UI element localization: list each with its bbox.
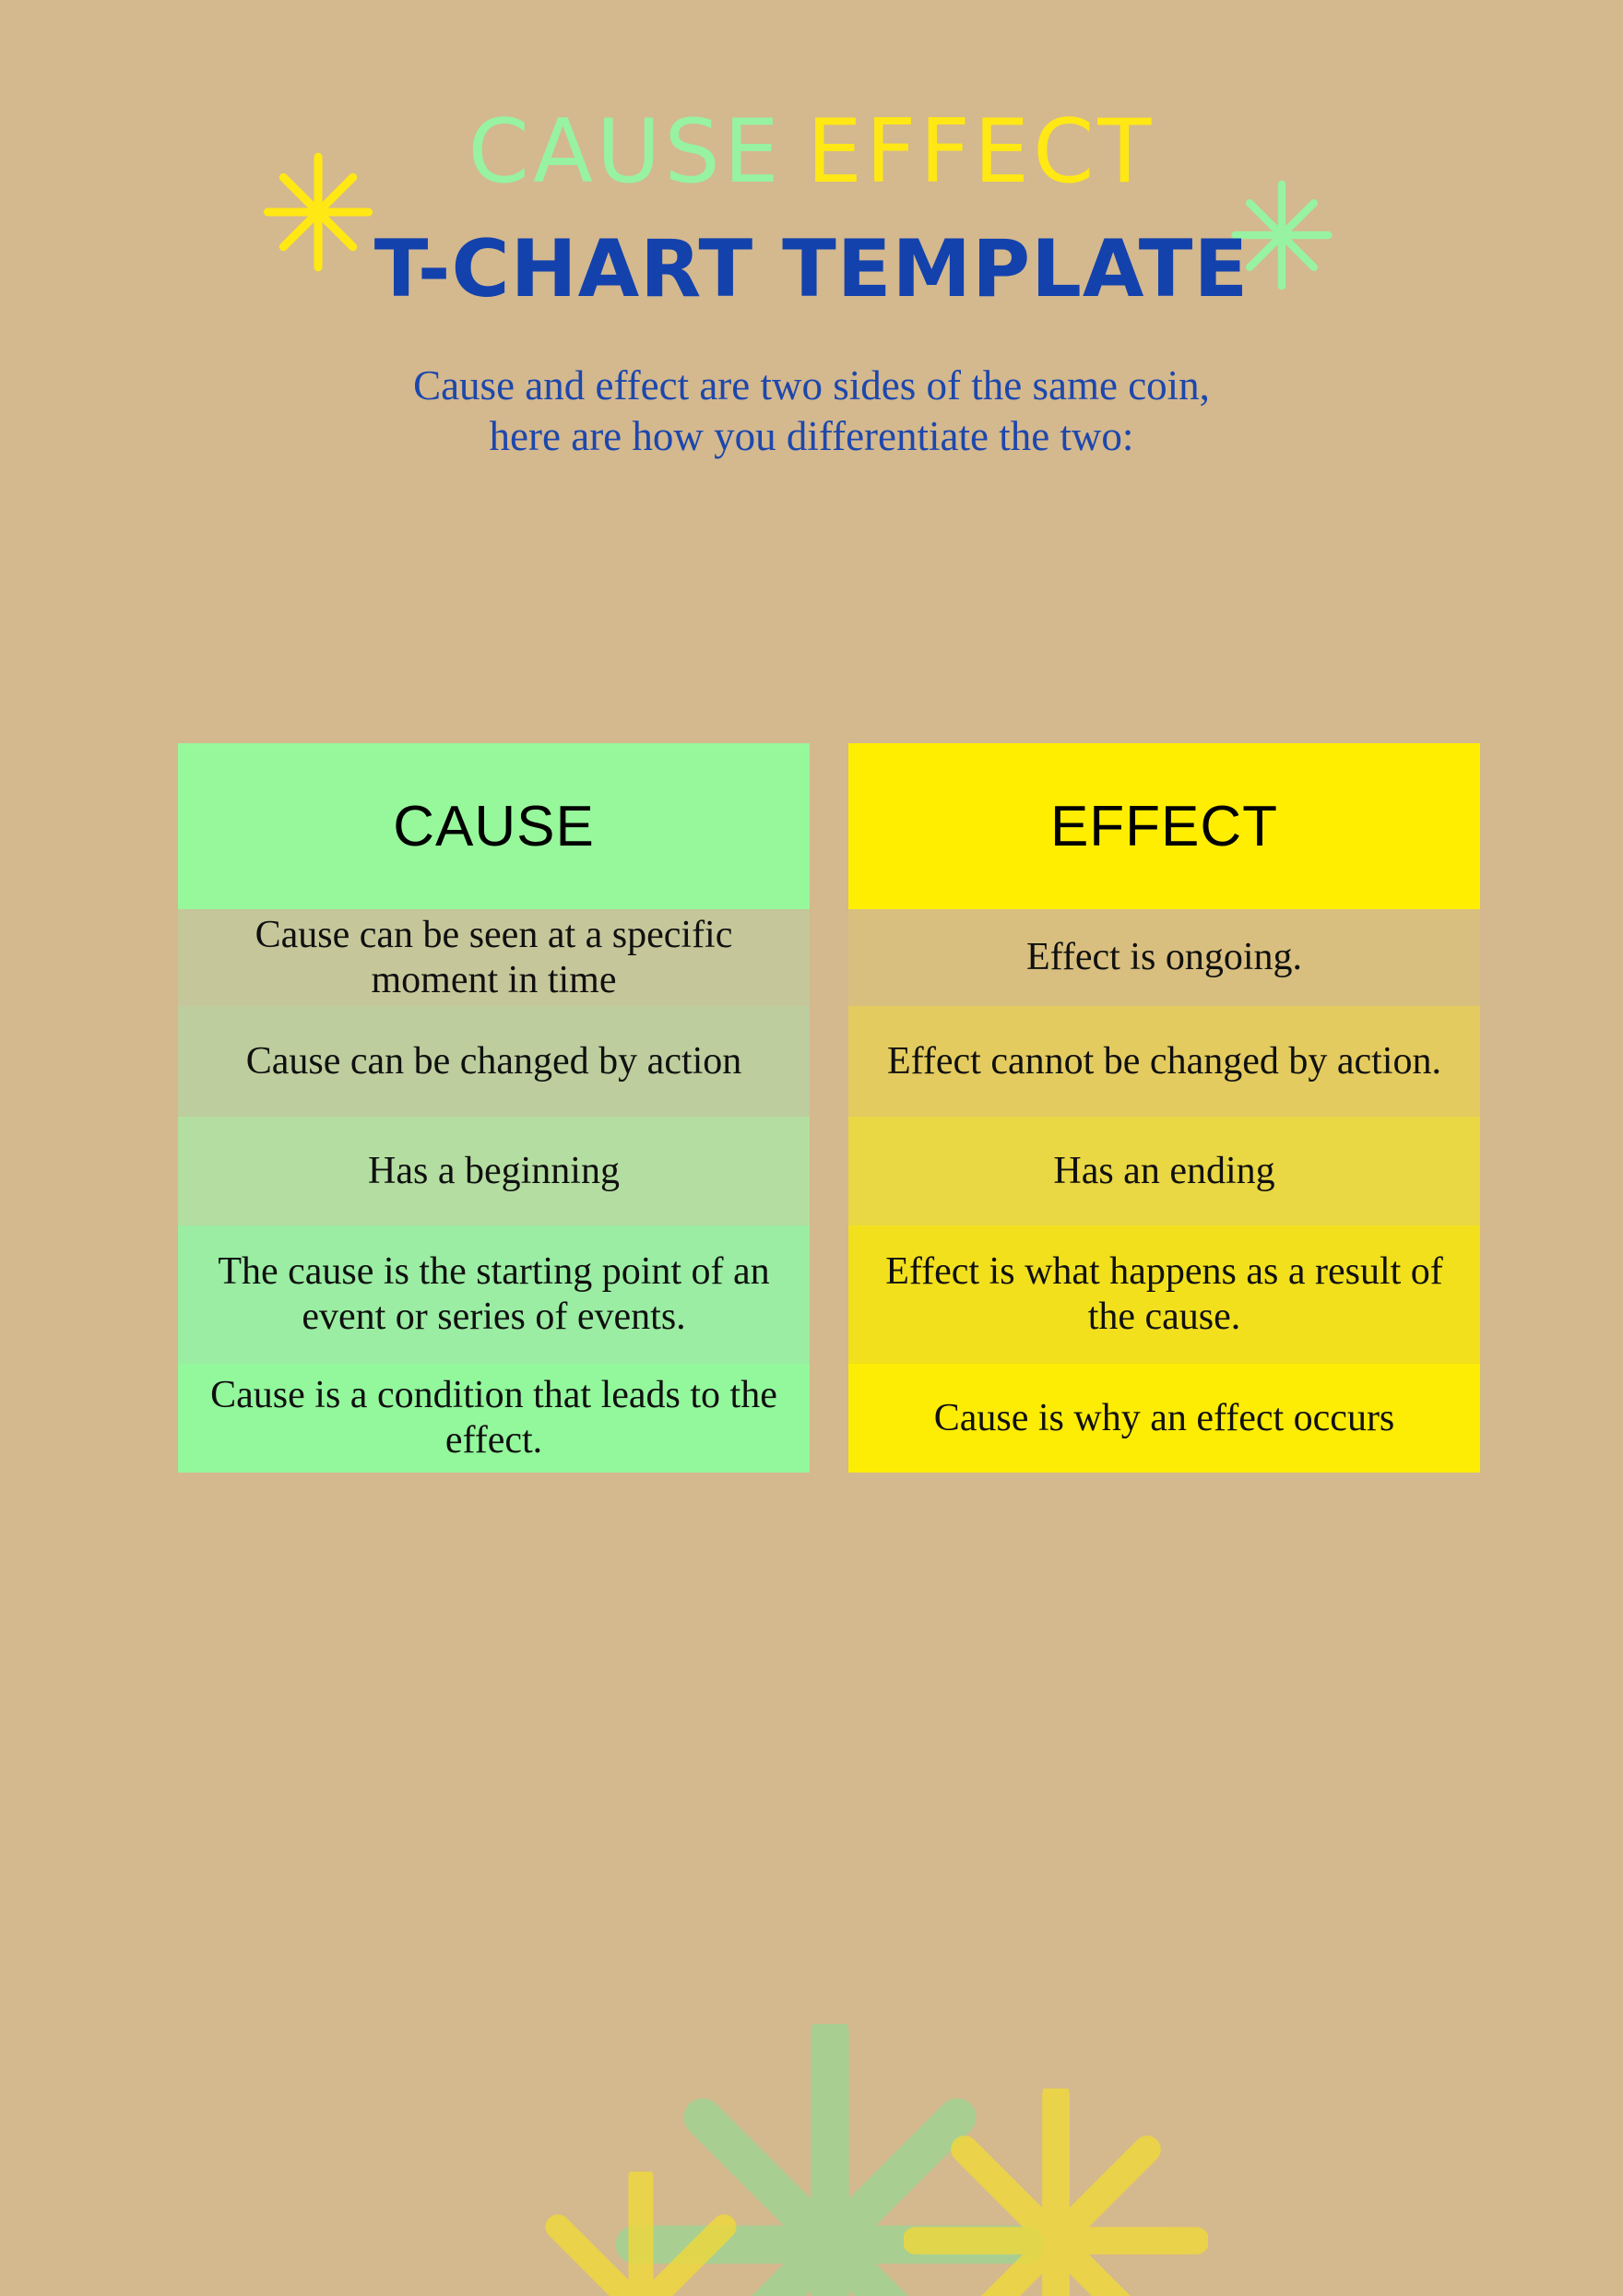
- table-cell-text: Effect cannot be changed by action.: [887, 1039, 1441, 1083]
- table-row: Effect is what happens as a result of th…: [848, 1225, 1480, 1364]
- page-description-line-1: Cause and effect are two sides of the sa…: [413, 362, 1210, 408]
- t-chart: CAUSE Cause can be seen at a specific mo…: [178, 743, 1480, 1473]
- title-word-effect: EFFECT: [806, 101, 1155, 203]
- title-word-cause: CAUSE: [468, 101, 783, 203]
- table-cell-text: Effect is what happens as a result of th…: [885, 1250, 1443, 1338]
- table-row: Effect is ongoing.: [848, 909, 1480, 1006]
- column-header-effect: EFFECT: [848, 743, 1480, 909]
- poster-header: CAUSE EFFECT T-CHART TEMPLATE Cause and e…: [0, 0, 1623, 462]
- table-row: Cause is a condition that leads to the e…: [178, 1364, 810, 1473]
- table-row: Has an ending: [848, 1117, 1480, 1225]
- table-row: Cause can be seen at a specific moment i…: [178, 909, 810, 1006]
- table-row: Cause can be changed by action: [178, 1006, 810, 1117]
- table-cell-text: Cause is a condition that leads to the e…: [210, 1374, 777, 1462]
- table-cell-text: Effect is ongoing.: [1025, 936, 1302, 979]
- table-cell-text: Has a beginning: [368, 1149, 620, 1192]
- table-cell-text: Has an ending: [1053, 1149, 1275, 1192]
- page-description: Cause and effect are two sides of the sa…: [0, 361, 1623, 462]
- table-cell-text: The cause is the starting point of an ev…: [218, 1250, 770, 1338]
- table-row: Has a beginning: [178, 1117, 810, 1225]
- sparkle-icon: [904, 2089, 1208, 2296]
- sparkle-icon: [590, 2024, 1070, 2296]
- page-title-line-1: CAUSE EFFECT: [0, 109, 1623, 196]
- sparkle-icon: [503, 2172, 779, 2296]
- table-cell-text: Cause can be changed by action: [245, 1039, 742, 1083]
- page-title-line-2: T-CHART TEMPLATE: [373, 223, 1250, 315]
- t-chart-column-cause: CAUSE Cause can be seen at a specific mo…: [178, 743, 810, 1473]
- table-cell-text: Cause can be seen at a specific moment i…: [255, 913, 733, 1001]
- table-row: Effect cannot be changed by action.: [848, 1006, 1480, 1117]
- table-row: The cause is the starting point of an ev…: [178, 1225, 810, 1364]
- table-cell-text: Cause is why an effect occurs: [933, 1396, 1395, 1439]
- page-description-line-2: here are how you differentiate the two:: [489, 412, 1134, 459]
- t-chart-column-effect: EFFECT Effect is ongoing. Effect cannot …: [848, 743, 1480, 1473]
- table-row: Cause is why an effect occurs: [848, 1364, 1480, 1473]
- column-header-cause: CAUSE: [178, 743, 810, 909]
